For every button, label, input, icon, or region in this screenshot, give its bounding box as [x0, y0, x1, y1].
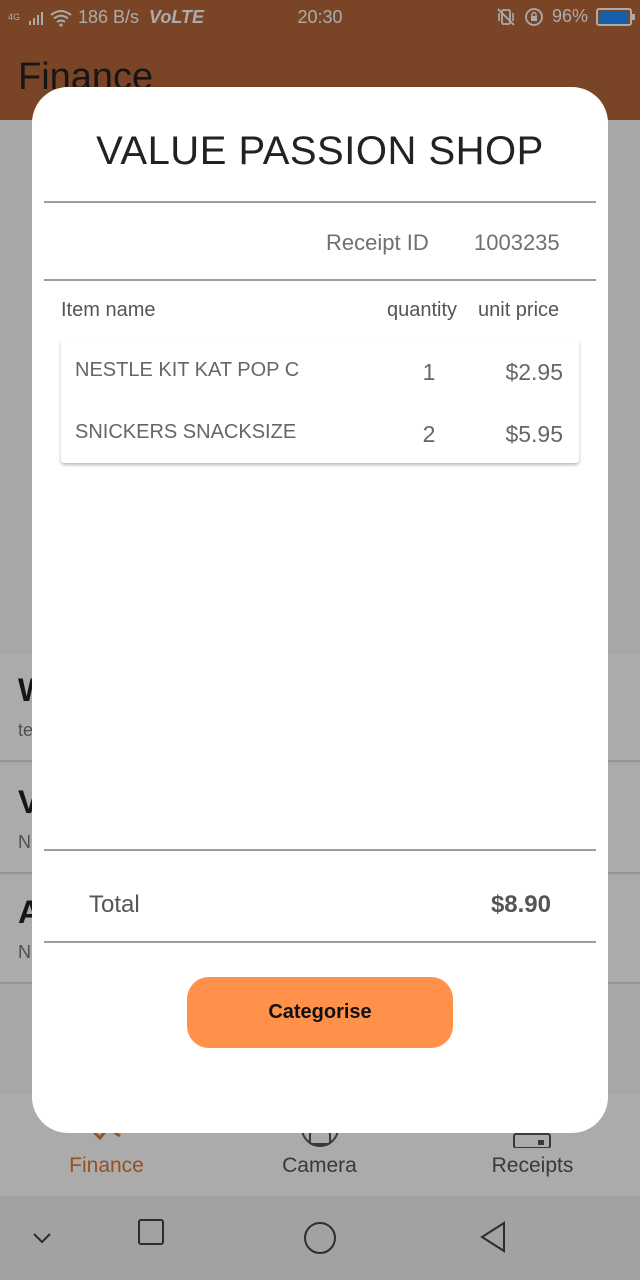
item-unit-price: $5.95	[505, 421, 563, 447]
column-header-item-name: Item name	[61, 299, 156, 321]
divider	[44, 941, 596, 943]
table-row: NESTLE KIT KAT POP C 1 $2.95	[61, 339, 579, 401]
item-quantity: 2	[422, 421, 436, 447]
table-row: SNICKERS SNACKSIZE 2 $5.95	[61, 401, 579, 463]
item-name: NESTLE KIT KAT POP C	[75, 359, 300, 381]
column-header-unit-price: unit price	[478, 299, 560, 321]
categorise-button[interactable]: Categorise	[187, 977, 453, 1048]
total-label: Total	[89, 891, 140, 918]
item-quantity: 1	[422, 359, 436, 385]
receipt-id-value: 1003235	[474, 230, 560, 255]
column-header-quantity: quantity	[387, 299, 458, 321]
item-name: SNICKERS SNACKSIZE	[75, 421, 297, 443]
item-unit-price: $2.95	[505, 359, 563, 385]
total-value: $8.90	[490, 891, 551, 918]
receipt-id-label: Receipt ID	[326, 230, 429, 255]
divider	[44, 201, 596, 203]
receipt-dialog: VALUE PASSION SHOP Receipt ID 1003235 It…	[32, 87, 608, 1133]
divider	[44, 279, 596, 281]
divider	[44, 849, 596, 851]
shop-name: VALUE PASSION SHOP	[96, 129, 544, 173]
items-table: NESTLE KIT KAT POP C 1 $2.95 SNICKERS SN…	[61, 339, 579, 463]
